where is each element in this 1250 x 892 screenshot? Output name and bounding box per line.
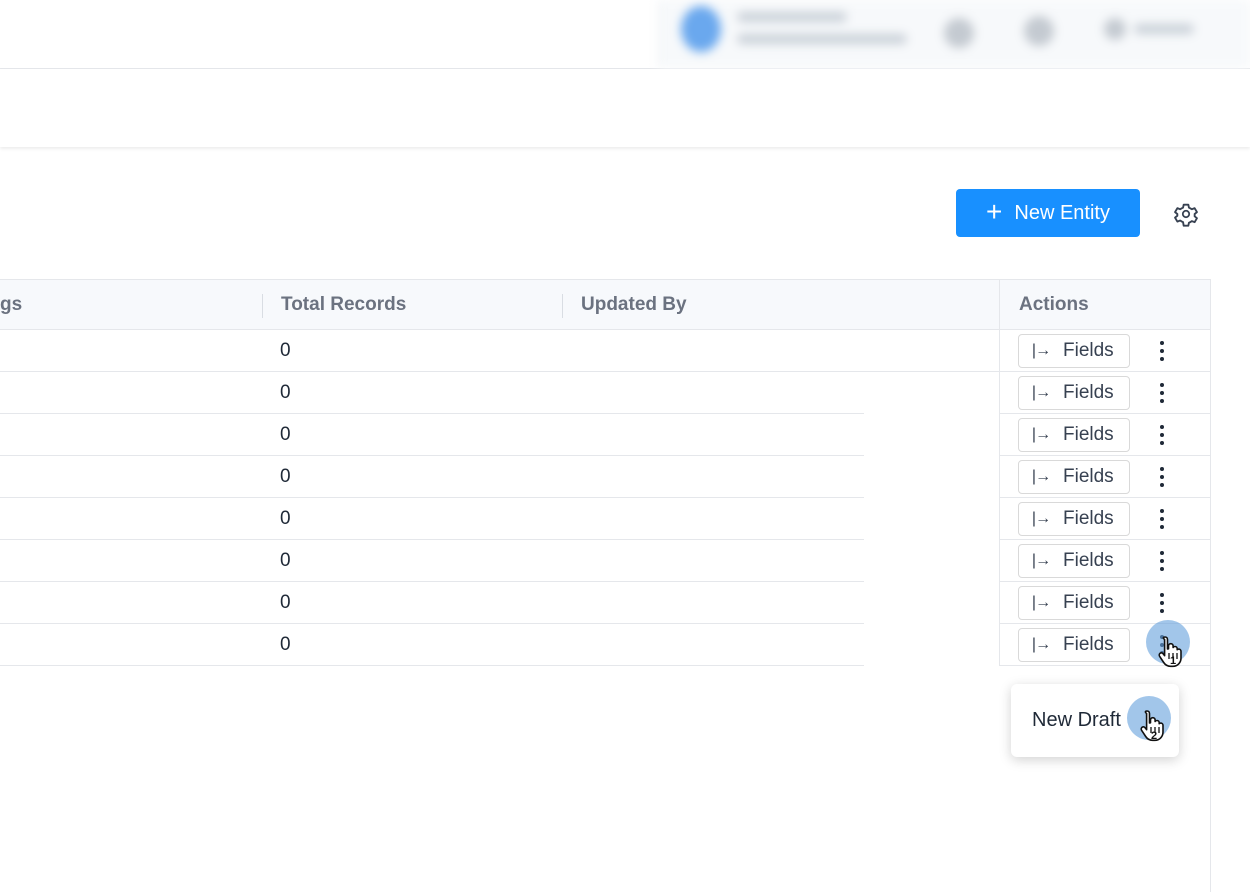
more-options-icon[interactable] xyxy=(1152,507,1172,531)
arrow-right-to-bar-icon: |→ xyxy=(1031,594,1051,611)
fields-button[interactable]: |→ Fields xyxy=(1018,376,1130,410)
actions-cell: |→ Fields xyxy=(999,330,1211,372)
arrow-right-to-bar-icon: |→ xyxy=(1031,510,1051,527)
table-row: 0 |→ Fields xyxy=(0,624,1211,666)
arrow-right-to-bar-icon: |→ xyxy=(1031,384,1051,401)
fields-label: Fields xyxy=(1063,592,1114,613)
table-row: 0 |→ Fields xyxy=(0,456,1211,498)
entities-table: gs Total Records Updated By Actions 0 |→… xyxy=(0,279,1211,666)
fields-label: Fields xyxy=(1063,382,1114,403)
column-header-tags: gs xyxy=(0,294,23,315)
total-records-cell: 0 xyxy=(280,634,291,655)
step-number-2: 2 xyxy=(1151,730,1158,742)
table-row: 0 |→ Fields xyxy=(0,498,1211,540)
total-records-cell: 0 xyxy=(280,550,291,571)
column-header-updated-by: Updated By xyxy=(581,294,687,315)
step-number-1: 1 xyxy=(1170,655,1177,667)
actions-cell: |→ Fields xyxy=(999,498,1211,540)
more-options-icon[interactable] xyxy=(1152,381,1172,405)
table-row: 0 |→ Fields xyxy=(0,582,1211,624)
table-right-border xyxy=(1210,666,1211,892)
blurred-text xyxy=(1134,24,1194,34)
column-header-total-records: Total Records xyxy=(281,294,407,315)
gear-icon[interactable] xyxy=(1172,200,1200,228)
actions-cell: |→ Fields xyxy=(999,414,1211,456)
fields-label: Fields xyxy=(1063,550,1114,571)
avatar xyxy=(681,6,721,52)
sub-header-bar xyxy=(0,69,1250,147)
blurred-user-area xyxy=(658,0,1250,68)
fields-button[interactable]: |→ Fields xyxy=(1018,502,1130,536)
actions-cell: |→ Fields xyxy=(999,456,1211,498)
fields-label: Fields xyxy=(1063,466,1114,487)
more-options-icon[interactable] xyxy=(1152,549,1172,573)
fields-label: Fields xyxy=(1063,340,1114,361)
fields-button[interactable]: |→ Fields xyxy=(1018,334,1130,368)
blurred-text xyxy=(737,34,907,44)
fields-label: Fields xyxy=(1063,508,1114,529)
arrow-right-to-bar-icon: |→ xyxy=(1031,468,1051,485)
table-row: 0 |→ Fields xyxy=(0,330,1211,372)
total-records-cell: 0 xyxy=(280,592,291,613)
arrow-right-to-bar-icon: |→ xyxy=(1031,552,1051,569)
fields-button[interactable]: |→ Fields xyxy=(1018,418,1130,452)
table-header: gs Total Records Updated By Actions xyxy=(0,279,1211,330)
blurred-icon xyxy=(1024,16,1054,46)
total-records-cell: 0 xyxy=(280,382,291,403)
actions-cell: |→ Fields xyxy=(999,582,1211,624)
blurred-text xyxy=(737,12,847,22)
fields-button[interactable]: |→ Fields xyxy=(1018,460,1130,494)
more-options-icon[interactable] xyxy=(1152,339,1172,363)
table-row: 0 |→ Fields xyxy=(0,372,1211,414)
fields-button[interactable]: |→ Fields xyxy=(1018,544,1130,578)
table-row: 0 |→ Fields xyxy=(0,540,1211,582)
new-entity-button[interactable]: + New Entity xyxy=(956,189,1140,237)
new-entity-label: New Entity xyxy=(1014,201,1110,224)
plus-icon: + xyxy=(986,195,1003,227)
fields-label: Fields xyxy=(1063,424,1114,445)
more-options-icon[interactable] xyxy=(1152,591,1172,615)
total-records-cell: 0 xyxy=(280,424,291,445)
more-options-icon[interactable] xyxy=(1152,465,1172,489)
actions-cell: |→ Fields xyxy=(999,372,1211,414)
total-records-cell: 0 xyxy=(280,466,291,487)
fields-button[interactable]: |→ Fields xyxy=(1018,586,1130,620)
new-draft-menu-item[interactable]: New Draft xyxy=(1032,684,1121,757)
blurred-icon xyxy=(944,18,974,48)
more-options-icon[interactable] xyxy=(1152,423,1172,447)
table-row: 0 |→ Fields xyxy=(0,414,1211,456)
column-divider xyxy=(562,294,563,318)
total-records-cell: 0 xyxy=(280,508,291,529)
top-bar xyxy=(0,0,1250,69)
arrow-right-to-bar-icon: |→ xyxy=(1031,426,1051,443)
fields-label: Fields xyxy=(1063,634,1114,655)
column-divider xyxy=(262,294,263,318)
blurred-icon xyxy=(1104,18,1126,40)
arrow-right-to-bar-icon: |→ xyxy=(1031,636,1051,653)
arrow-right-to-bar-icon: |→ xyxy=(1031,342,1051,359)
actions-cell: |→ Fields xyxy=(999,540,1211,582)
fields-button[interactable]: |→ Fields xyxy=(1018,628,1130,662)
total-records-cell: 0 xyxy=(280,340,291,361)
column-header-actions: Actions xyxy=(1019,294,1089,315)
column-divider xyxy=(999,280,1000,330)
